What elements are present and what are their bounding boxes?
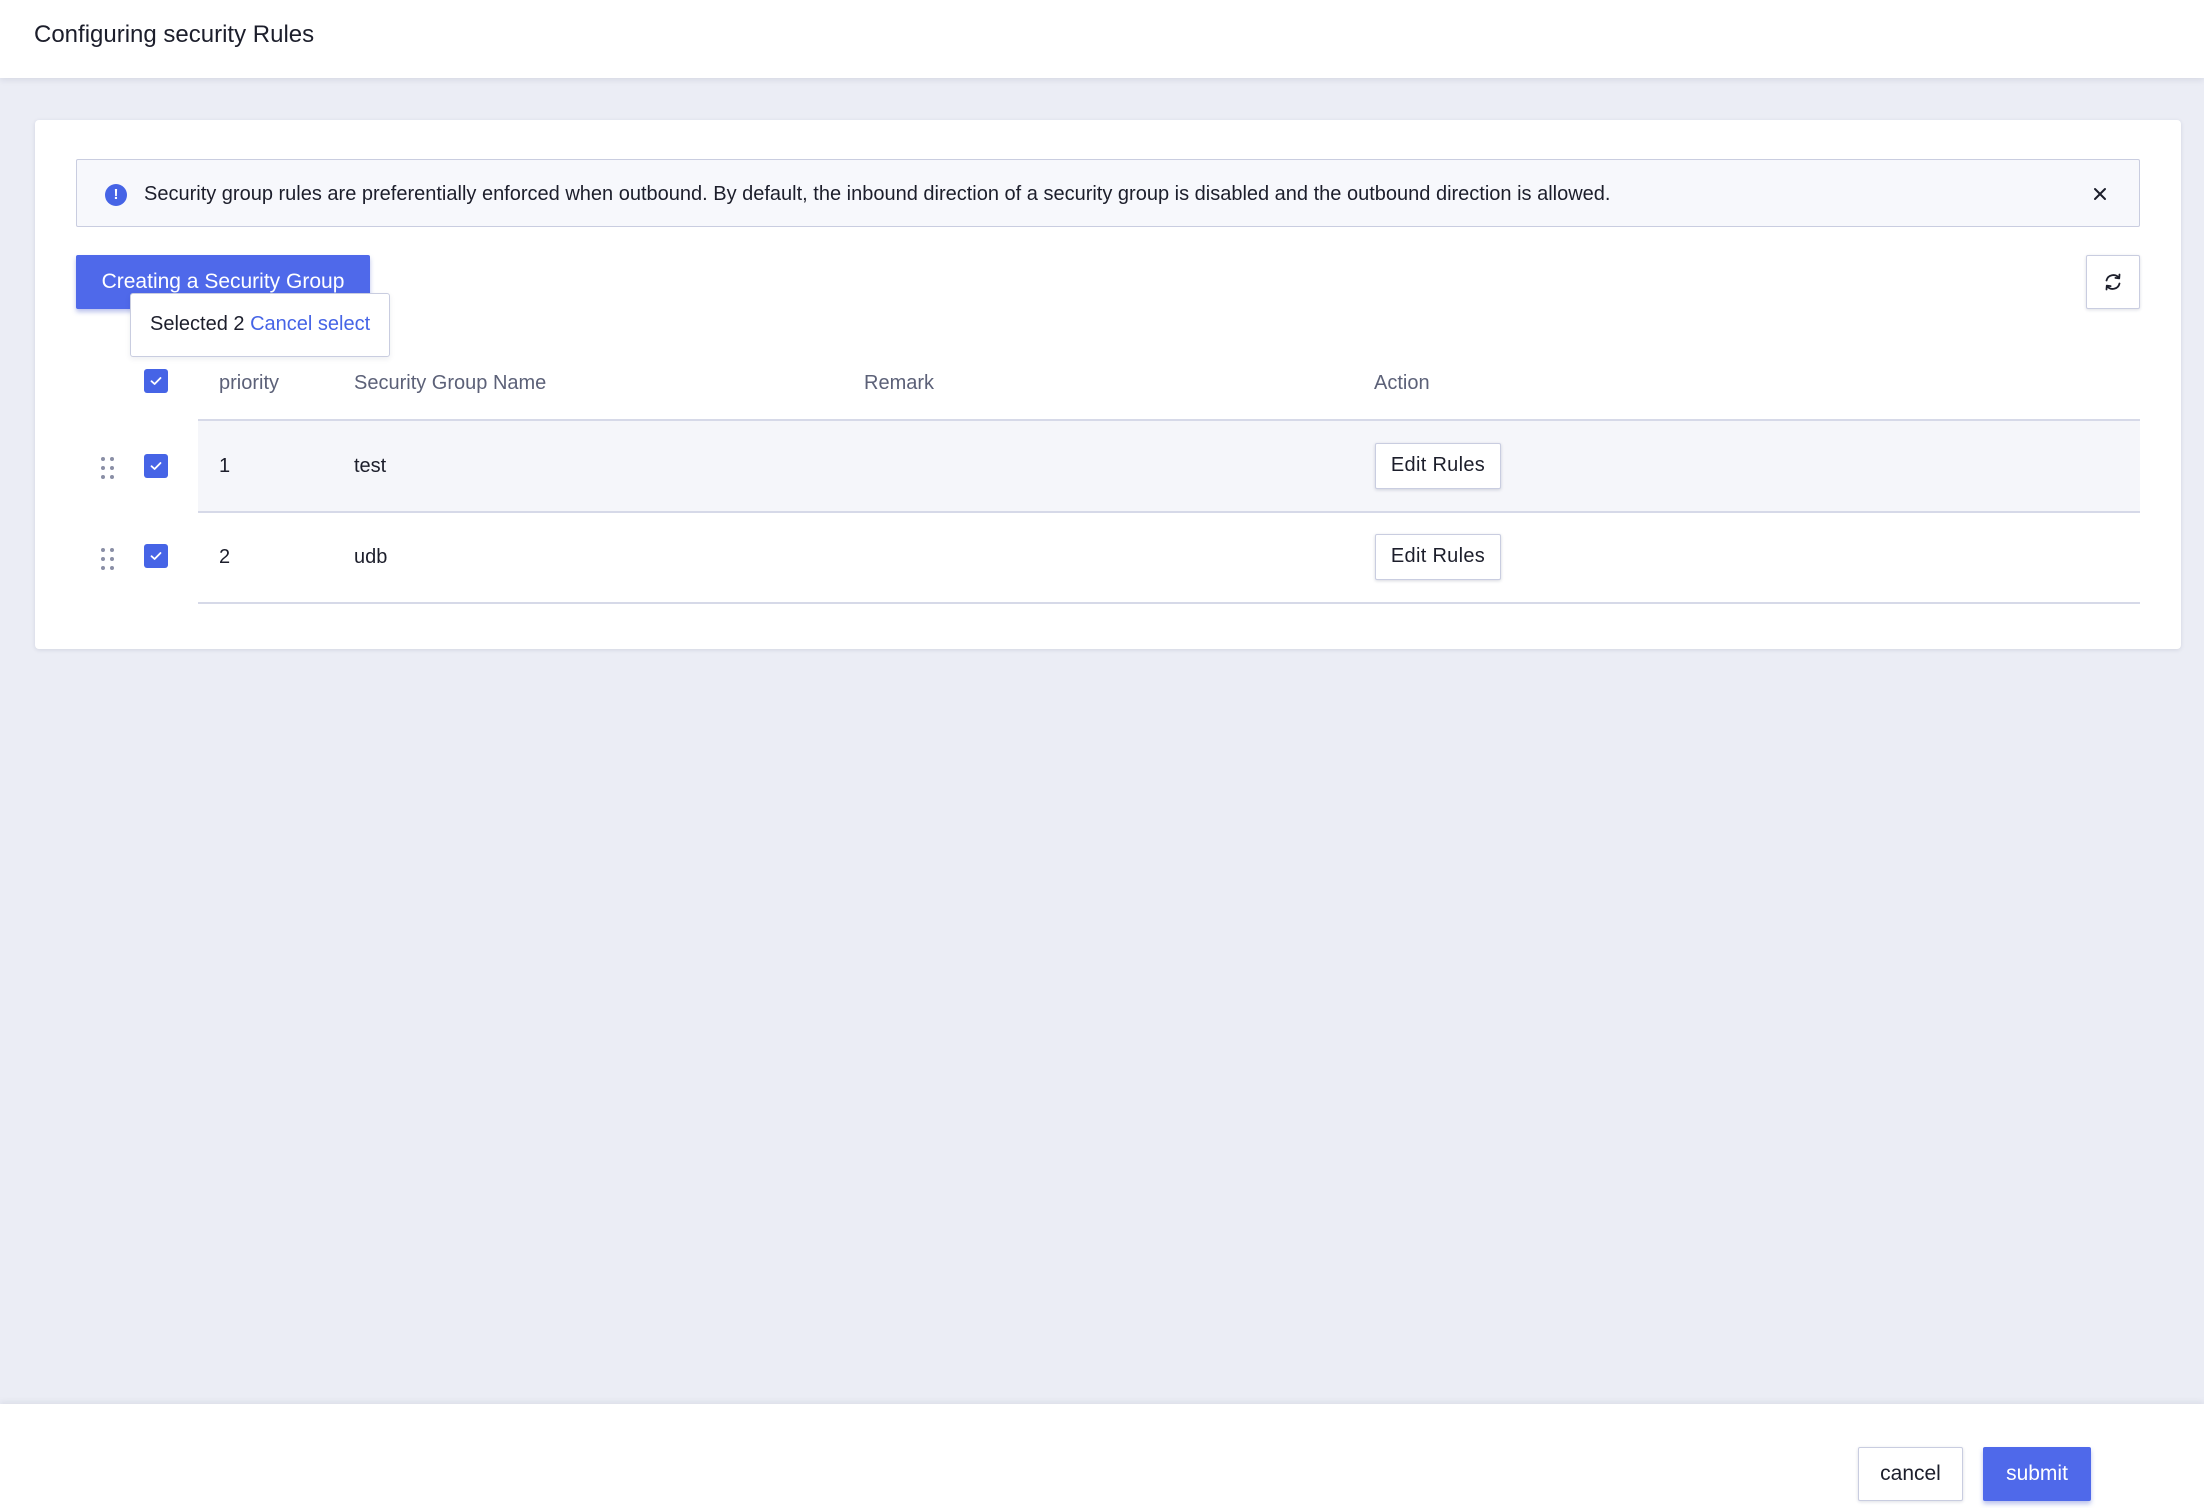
- header-bar: Configuring security Rules: [0, 0, 2204, 78]
- check-icon: [150, 462, 162, 470]
- refresh-button[interactable]: [2086, 255, 2140, 309]
- table-header: priority Security Group Name Remark Acti…: [35, 345, 2181, 420]
- row-name: test: [354, 455, 387, 477]
- row-name: udb: [354, 546, 388, 568]
- close-icon[interactable]: [2087, 181, 2113, 207]
- column-header-remark: Remark: [864, 372, 935, 394]
- row-checkbox[interactable]: [144, 544, 168, 568]
- refresh-icon: [2105, 273, 2121, 291]
- column-header-priority[interactable]: priority: [219, 370, 279, 396]
- page-title: Configuring security Rules: [34, 21, 315, 48]
- submit-button[interactable]: submit: [1983, 1447, 2091, 1501]
- cancel-button[interactable]: cancel: [1858, 1447, 1963, 1501]
- edit-rules-button[interactable]: Edit Rules: [1375, 443, 1501, 489]
- column-header-name[interactable]: Security Group Name: [354, 370, 546, 396]
- footer-bar: cancel submit: [0, 1404, 2204, 1508]
- cancel-select-link[interactable]: Cancel select: [250, 313, 370, 335]
- row-background: [198, 421, 2140, 512]
- row-divider: [198, 602, 2140, 604]
- check-icon: [150, 552, 162, 560]
- table-row: 1 test Edit Rules: [35, 421, 2181, 512]
- table-row: 2 udb Edit Rules: [35, 512, 2181, 603]
- check-icon: [150, 377, 162, 385]
- edit-rules-button[interactable]: Edit Rules: [1375, 534, 1501, 580]
- security-rules-card: ! Security group rules are preferentiall…: [35, 120, 2181, 649]
- row-priority: 2: [219, 546, 231, 568]
- drag-handle-icon[interactable]: [101, 548, 115, 570]
- column-header-action: Action: [1374, 372, 1430, 394]
- row-background: [198, 512, 2140, 603]
- info-notice: ! Security group rules are preferentiall…: [76, 159, 2140, 227]
- row-priority: 1: [219, 455, 231, 477]
- select-all-checkbox[interactable]: [144, 369, 168, 393]
- notice-message: Security group rules are preferentially …: [144, 183, 1611, 205]
- info-icon: !: [105, 184, 127, 206]
- row-checkbox[interactable]: [144, 454, 168, 478]
- selected-count: Selected 2: [150, 313, 245, 335]
- drag-handle-icon[interactable]: [101, 457, 115, 479]
